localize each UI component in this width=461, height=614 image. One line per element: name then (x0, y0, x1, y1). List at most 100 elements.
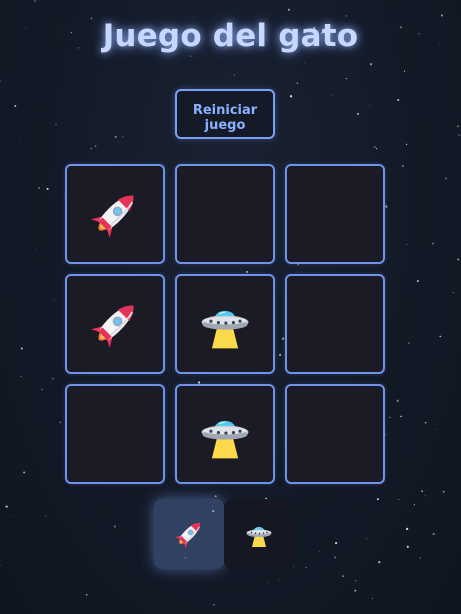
star (331, 94, 333, 96)
rocket-icon (91, 305, 134, 348)
star (345, 78, 347, 80)
star (234, 74, 235, 76)
star (12, 515, 14, 517)
star (376, 498, 379, 501)
star (403, 70, 406, 72)
star (19, 141, 21, 143)
game-board (65, 164, 385, 484)
reset-game-button[interactable]: Reiniciar juego (175, 89, 275, 139)
star (113, 525, 116, 528)
board-cell-5[interactable] (175, 274, 275, 374)
star (305, 566, 308, 569)
star (304, 62, 306, 64)
board-cell-3[interactable] (285, 164, 385, 264)
star (396, 399, 399, 402)
star (54, 300, 55, 301)
turn-indicator (154, 499, 294, 569)
star (356, 112, 360, 115)
star (23, 471, 26, 474)
rocket-icon (91, 195, 134, 238)
star (318, 550, 320, 552)
star (457, 258, 460, 261)
star (385, 205, 388, 208)
star (424, 421, 427, 424)
star (20, 347, 23, 350)
page-title: Juego del gato (102, 18, 359, 54)
star (457, 125, 459, 128)
board-cell-7[interactable] (65, 384, 165, 484)
star (59, 421, 62, 424)
star (335, 538, 337, 540)
star (439, 335, 442, 338)
turn-slot-rocket (154, 499, 224, 569)
star (400, 415, 402, 418)
ufo-icon (201, 310, 249, 349)
star (296, 82, 299, 84)
star (405, 143, 408, 146)
star (452, 292, 454, 294)
star (442, 490, 445, 493)
star (34, 0, 36, 2)
star (94, 145, 97, 148)
star (90, 147, 93, 150)
star (36, 66, 38, 67)
ufo-icon (246, 527, 272, 547)
star (0, 80, 2, 82)
board-cell-2[interactable] (175, 164, 275, 264)
star (369, 63, 373, 66)
star (371, 597, 373, 599)
star (366, 538, 367, 540)
board-cell-1[interactable] (65, 164, 165, 264)
star (38, 187, 41, 189)
star (406, 244, 408, 246)
star (432, 242, 435, 245)
star (35, 249, 37, 251)
star (413, 504, 415, 506)
board-cell-6[interactable] (285, 274, 385, 374)
star (214, 495, 217, 498)
star (421, 490, 423, 493)
board-cell-8[interactable] (175, 384, 275, 484)
star (0, 564, 1, 566)
star (190, 55, 192, 57)
star (267, 583, 269, 585)
star (408, 342, 410, 344)
star (20, 376, 22, 377)
star (335, 542, 338, 545)
star (287, 8, 290, 11)
rocket-icon (174, 522, 201, 549)
star (398, 498, 400, 500)
star (405, 527, 409, 531)
star (458, 134, 461, 136)
star (41, 388, 43, 391)
star (122, 136, 124, 138)
board-cell-4[interactable] (65, 274, 165, 374)
star (306, 135, 308, 137)
star (373, 145, 376, 149)
star (424, 495, 426, 497)
star (369, 104, 371, 106)
star (333, 551, 335, 552)
star (419, 557, 422, 559)
star (432, 532, 435, 536)
star (378, 560, 381, 564)
star (354, 589, 357, 592)
star (114, 136, 117, 138)
star (416, 280, 419, 283)
star (213, 604, 215, 606)
star (5, 505, 8, 508)
star (375, 147, 378, 150)
board-cell-9[interactable] (285, 384, 385, 484)
star (441, 14, 443, 17)
star (444, 177, 448, 180)
ufo-icon (201, 420, 249, 459)
star (401, 165, 404, 168)
star (436, 429, 438, 431)
star (397, 99, 400, 102)
star (354, 579, 357, 582)
star (334, 556, 337, 559)
star (85, 593, 88, 596)
star (289, 95, 293, 98)
star (14, 105, 17, 107)
star (46, 187, 49, 190)
